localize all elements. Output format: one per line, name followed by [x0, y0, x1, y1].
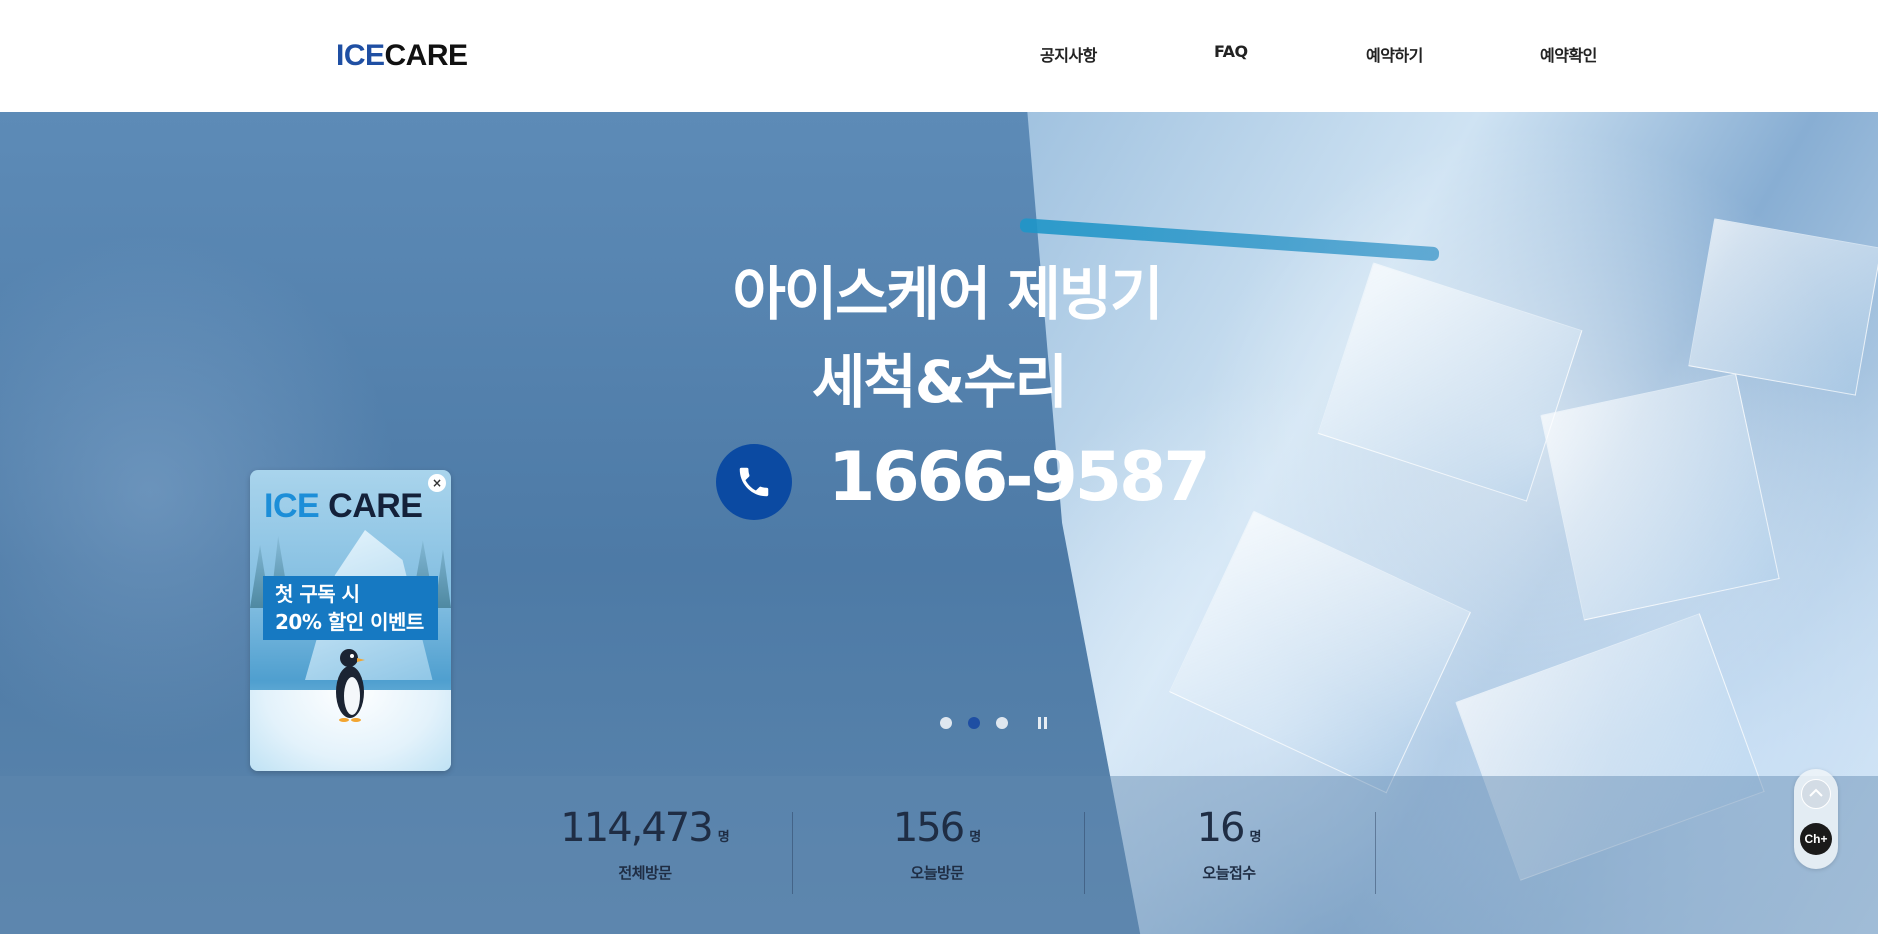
- hero-title-line2: 세척&수리: [811, 348, 1068, 416]
- stat-divider: [1375, 812, 1376, 894]
- site-logo[interactable]: ICECARE: [336, 38, 468, 74]
- phone-icon[interactable]: [716, 444, 792, 520]
- stat-unit: 명: [969, 830, 982, 845]
- stat-today-visits: 156 명 오늘방문: [792, 804, 1082, 883]
- popup-banner-line1: 첫 구독 시: [275, 582, 360, 606]
- phone-glyph: [739, 467, 769, 497]
- popup-brand: ICE CARE: [264, 486, 423, 526]
- stat-unit: 명: [717, 830, 730, 845]
- nav-notice[interactable]: 공지사항: [1040, 42, 1097, 66]
- stat-label: 전체방문: [618, 864, 672, 882]
- popup-brand-care: CARE: [328, 487, 423, 525]
- nav-reservation-check[interactable]: 예약확인: [1540, 42, 1597, 66]
- chevron-up-icon: [1809, 788, 1823, 797]
- logo-care-text: CARE: [384, 39, 469, 72]
- popup-close-button[interactable]: ×: [428, 474, 446, 492]
- penguin-icon: [336, 649, 365, 722]
- hero-title-line1: 아이스케어 제빙기: [732, 260, 1163, 328]
- stat-unit: 명: [1249, 830, 1262, 845]
- nav-reservation[interactable]: 예약하기: [1366, 42, 1423, 66]
- logo-ice-text: ICE: [336, 39, 385, 72]
- floating-quick-menu: Ch+: [1794, 769, 1838, 869]
- event-popup[interactable]: ICE CARE × 첫 구독 시 20% 할인 이벤트: [250, 470, 451, 771]
- slider-dot-active[interactable]: [968, 717, 980, 729]
- stat-total-visits: 114,473 명 전체방문: [500, 804, 790, 883]
- slider-pause-button[interactable]: [1036, 716, 1050, 730]
- nav-faq[interactable]: FAQ: [1214, 42, 1248, 61]
- popup-event-banner: 첫 구독 시 20% 할인 이벤트: [263, 576, 438, 640]
- stat-label: 오늘접수: [1202, 864, 1256, 882]
- stat-today-requests: 16 명 오늘접수: [1084, 804, 1374, 883]
- stat-label: 오늘방문: [910, 864, 964, 882]
- phone-number[interactable]: 1666-9587: [828, 436, 1211, 520]
- popup-banner-line2: 20% 할인 이벤트: [275, 610, 424, 634]
- scroll-top-button[interactable]: [1801, 779, 1831, 809]
- stat-value: 156: [892, 805, 965, 851]
- stat-value: 16: [1196, 805, 1246, 851]
- slider-dot[interactable]: [940, 717, 952, 729]
- stat-value: 114,473: [560, 805, 713, 851]
- slider-dot[interactable]: [996, 717, 1008, 729]
- visitor-stats: 114,473 명 전체방문 156 명 오늘방문 16 명 오늘접수: [0, 776, 1878, 934]
- site-header: ICECARE 공지사항 FAQ 예약하기 예약확인: [0, 0, 1878, 112]
- kakao-channel-button[interactable]: Ch+: [1800, 823, 1832, 855]
- popup-brand-ice: ICE: [264, 487, 320, 525]
